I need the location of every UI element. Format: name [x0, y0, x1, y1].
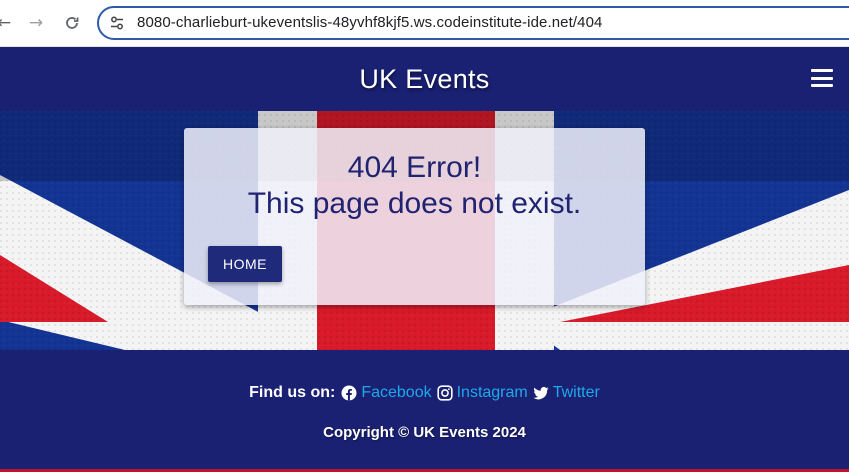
twitter-label: Twitter [552, 384, 600, 401]
address-bar[interactable]: 8080-charlieburt-ukeventslis-48yvhf8kjf5… [97, 6, 849, 40]
facebook-label: Facebook [361, 384, 432, 401]
instagram-icon [436, 385, 453, 401]
reload-icon[interactable] [60, 11, 84, 35]
error-title: 404 Error! [347, 151, 482, 184]
error-message: This page does not exist. [247, 187, 582, 220]
tune-icon[interactable] [109, 15, 125, 31]
site-header: UK Events [0, 47, 849, 111]
facebook-link[interactable]: Facebook [341, 384, 432, 402]
url-text[interactable]: 8080-charlieburt-ukeventslis-48yvhf8kjf5… [137, 8, 602, 38]
error-heading: 404 Error! This page does not exist. [184, 150, 645, 222]
back-arrow-icon[interactable]: ← [0, 11, 16, 35]
hero-section: 404 Error! This page does not exist. HOM… [0, 111, 849, 350]
browser-toolbar: ← → 8080-charlieburt-ukeventslis-48yvhf8… [0, 0, 849, 47]
home-button[interactable]: HOME [208, 246, 282, 282]
forward-arrow-icon[interactable]: → [24, 11, 48, 35]
site-title[interactable]: UK Events [0, 47, 849, 111]
site-footer: Find us on: Facebook Instagram Twitter C… [0, 350, 849, 472]
hamburger-menu-icon[interactable] [811, 69, 833, 89]
social-links: Find us on: Facebook Instagram Twitter [0, 382, 849, 404]
twitter-link[interactable]: Twitter [533, 384, 600, 402]
instagram-label: Instagram [456, 384, 528, 401]
copyright-text: Copyright © UK Events 2024 [323, 424, 526, 441]
instagram-link[interactable]: Instagram [436, 384, 528, 402]
find-us-label: Find us on: [249, 384, 336, 401]
twitter-icon [533, 387, 549, 400]
error-card: 404 Error! This page does not exist. HOM… [184, 128, 645, 305]
facebook-icon [341, 385, 357, 401]
